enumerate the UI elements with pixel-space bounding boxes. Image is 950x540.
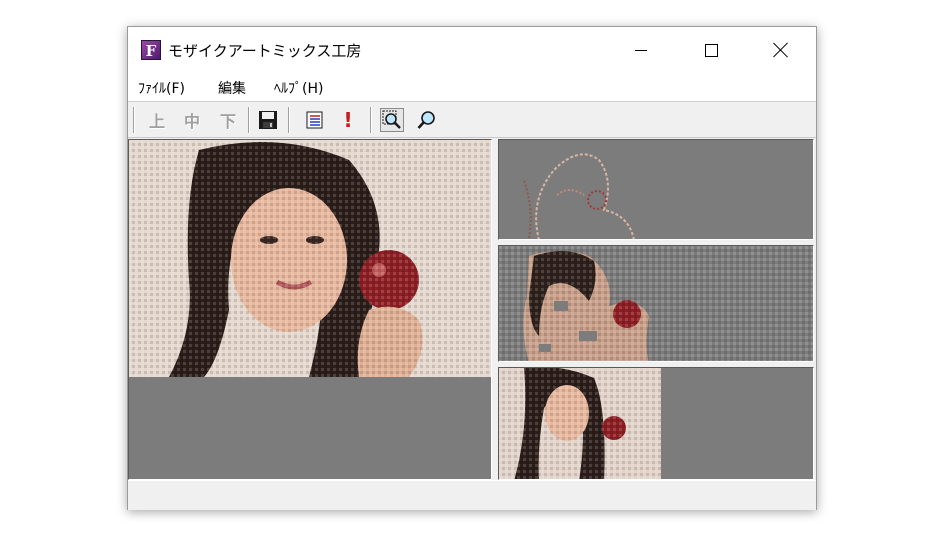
menu-edit[interactable]: 編集 bbox=[218, 78, 246, 98]
move-middle-button[interactable]: 中 bbox=[180, 108, 204, 132]
zoom-button[interactable] bbox=[415, 108, 439, 132]
zoom-area-icon bbox=[382, 110, 401, 129]
minimize-icon bbox=[635, 49, 647, 51]
toolbar: 上 中 下 ! bbox=[128, 102, 816, 138]
layer-bottom-pane[interactable] bbox=[498, 367, 814, 480]
title-bar[interactable]: F モザイクアートミックス工房 bbox=[128, 27, 816, 73]
status-bar bbox=[128, 480, 816, 510]
close-button[interactable] bbox=[758, 27, 804, 73]
layer-partial-image bbox=[499, 246, 813, 361]
layer-outline-image bbox=[523, 153, 635, 239]
main-preview-pane[interactable] bbox=[128, 139, 492, 480]
properties-button[interactable] bbox=[302, 108, 326, 132]
app-icon[interactable]: F bbox=[141, 40, 161, 60]
maximize-icon bbox=[704, 43, 718, 57]
toolbar-separator bbox=[288, 107, 289, 133]
list-document-icon bbox=[306, 111, 323, 129]
magnifier-icon bbox=[417, 111, 435, 129]
toolbar-separator bbox=[133, 107, 134, 133]
layer-mosaic-thumbnail bbox=[499, 368, 661, 479]
mosaic-image bbox=[129, 140, 491, 377]
floppy-disk-icon bbox=[259, 111, 277, 129]
workspace bbox=[128, 139, 816, 480]
toolbar-separator bbox=[370, 107, 371, 133]
menu-bar: ﾌｧｲﾙ(F) 編集 ﾍﾙﾌﾟ(H) bbox=[128, 73, 816, 102]
alert-button[interactable]: ! bbox=[336, 108, 360, 132]
app-window: F モザイクアートミックス工房 ﾌｧｲﾙ(F) 編集 ﾍﾙﾌﾟ(H) 上 中 下 bbox=[127, 26, 817, 510]
toolbar-separator bbox=[248, 107, 249, 133]
menu-file[interactable]: ﾌｧｲﾙ(F) bbox=[138, 78, 185, 98]
menu-help[interactable]: ﾍﾙﾌﾟ(H) bbox=[274, 78, 323, 98]
move-up-button[interactable]: 上 bbox=[145, 108, 169, 132]
close-icon bbox=[773, 42, 789, 58]
zoom-toggle-button[interactable] bbox=[380, 108, 404, 132]
exclamation-icon: ! bbox=[343, 108, 353, 132]
maximize-button[interactable] bbox=[688, 27, 734, 73]
move-down-button[interactable]: 下 bbox=[216, 108, 240, 132]
layer-middle-pane[interactable] bbox=[498, 245, 814, 362]
layer-top-pane[interactable] bbox=[498, 139, 814, 240]
window-title: モザイクアートミックス工房 bbox=[168, 42, 362, 60]
minimize-button[interactable] bbox=[618, 27, 664, 73]
save-button[interactable] bbox=[256, 108, 280, 132]
